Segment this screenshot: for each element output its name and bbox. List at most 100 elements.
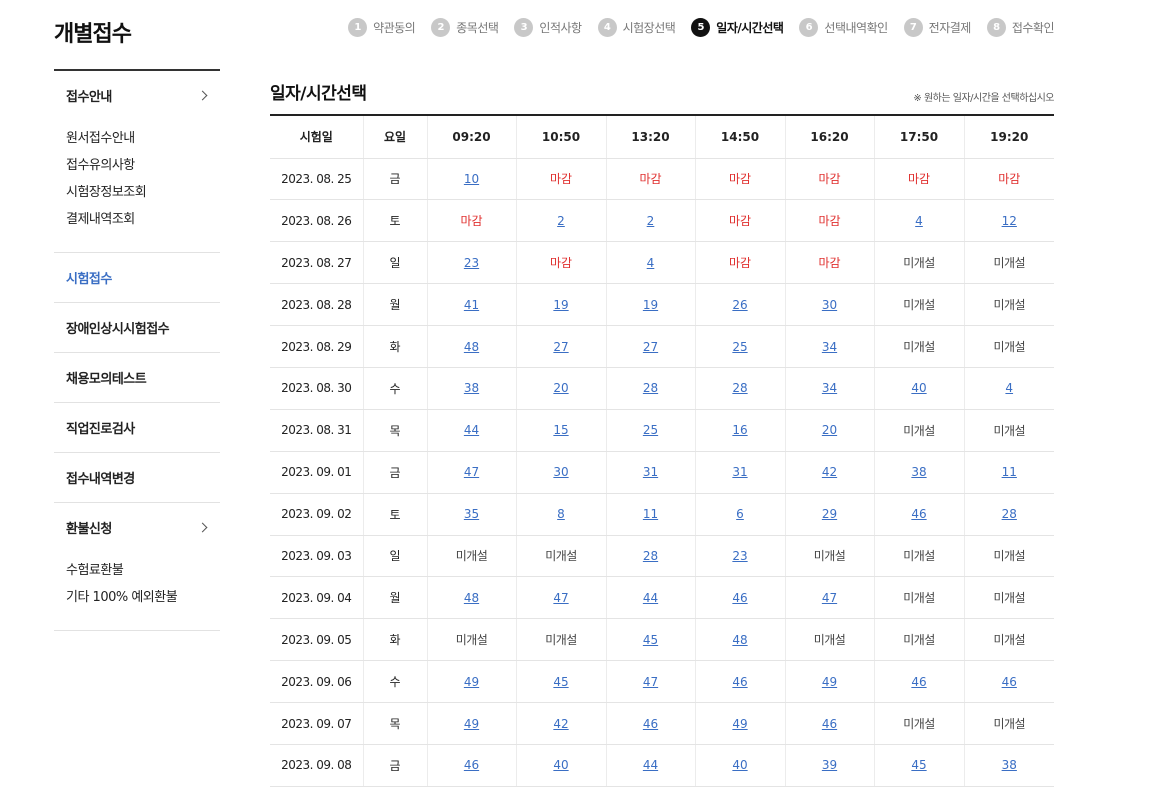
slot-available-link[interactable]: 46 — [732, 591, 747, 605]
slot-available-link[interactable]: 41 — [464, 298, 479, 312]
slot-available-link[interactable]: 46 — [732, 675, 747, 689]
slot-cell: 45 — [515, 660, 606, 704]
sidebar-item-1[interactable]: 시험접수 — [66, 268, 220, 287]
slot-available-link[interactable]: 28 — [643, 381, 658, 395]
slot-available-link[interactable]: 40 — [553, 758, 568, 772]
slot-available-link[interactable]: 48 — [464, 340, 479, 354]
sidebar-item-4[interactable]: 직업진로검사 — [66, 418, 220, 437]
sidebar-item-6[interactable]: 환불신청 — [66, 518, 220, 537]
slot-available-link[interactable]: 35 — [464, 507, 479, 521]
slot-available-link[interactable]: 28 — [1002, 507, 1017, 521]
slot-available-link[interactable]: 28 — [643, 549, 658, 563]
slot-available-link[interactable]: 23 — [732, 549, 747, 563]
day-cell: 일 — [362, 241, 427, 285]
slot-available-link[interactable]: 48 — [732, 633, 747, 647]
slot-available-link[interactable]: 19 — [643, 298, 658, 312]
sidebar-subitem[interactable]: 원서접수안내 — [66, 125, 220, 152]
slot-available-link[interactable]: 34 — [822, 340, 837, 354]
sidebar-subitem[interactable]: 수험료환불 — [66, 557, 220, 584]
sidebar-subitem[interactable]: 접수유의사항 — [66, 152, 220, 179]
slot-available-link[interactable]: 4 — [647, 256, 655, 270]
slot-available-link[interactable]: 42 — [822, 465, 837, 479]
step-8[interactable]: 8 접수확인 — [986, 18, 1055, 37]
sidebar-item-2[interactable]: 장애인상시시험접수 — [66, 318, 220, 337]
slot-available-link[interactable]: 29 — [822, 507, 837, 521]
slot-available-link[interactable]: 47 — [464, 465, 479, 479]
table-row: 2023. 09. 08 금 46 40 44 40 39 45 38 — [270, 744, 1054, 787]
slot-available-link[interactable]: 46 — [911, 507, 926, 521]
slot-available-link[interactable]: 20 — [553, 381, 568, 395]
slot-available-link[interactable]: 30 — [553, 465, 568, 479]
slot-available-link[interactable]: 2 — [557, 214, 565, 228]
slot-available-link[interactable]: 46 — [911, 675, 926, 689]
slot-available-link[interactable]: 27 — [643, 340, 658, 354]
step-2[interactable]: 2 종목선택 — [431, 18, 499, 37]
column-header: 13:20 — [605, 116, 695, 159]
slot-available-link[interactable]: 11 — [1002, 465, 1017, 479]
slot-available-link[interactable]: 25 — [732, 340, 747, 354]
slot-available-link[interactable]: 45 — [911, 758, 926, 772]
date-cell: 2023. 08. 26 — [270, 199, 363, 243]
sidebar-item-5[interactable]: 접수내역변경 — [66, 468, 220, 487]
slot-available-link[interactable]: 46 — [643, 717, 658, 731]
slot-available-link[interactable]: 27 — [553, 340, 568, 354]
slot-available-link[interactable]: 45 — [553, 675, 568, 689]
slot-available-link[interactable]: 40 — [732, 758, 747, 772]
slot-available-link[interactable]: 39 — [822, 758, 837, 772]
slot-available-link[interactable]: 31 — [732, 465, 747, 479]
step-6[interactable]: 6 선택내역확인 — [799, 18, 888, 37]
slot-available-link[interactable]: 38 — [464, 381, 479, 395]
slot-available-link[interactable]: 40 — [911, 381, 926, 395]
slot-available-link[interactable]: 49 — [464, 675, 479, 689]
slot-available-link[interactable]: 19 — [553, 298, 568, 312]
slot-available-link[interactable]: 46 — [822, 717, 837, 731]
slot-available-link[interactable]: 48 — [464, 591, 479, 605]
slot-available-link[interactable]: 38 — [911, 465, 926, 479]
sidebar-item-0[interactable]: 접수안내 — [66, 86, 220, 105]
sidebar-subitem[interactable]: 결제내역조회 — [66, 206, 220, 233]
slot-cell: 마감 — [605, 158, 695, 201]
slot-available-link[interactable]: 6 — [736, 507, 744, 521]
slot-available-link[interactable]: 31 — [643, 465, 658, 479]
slot-available-link[interactable]: 38 — [1002, 758, 1017, 772]
slot-available-link[interactable]: 12 — [1002, 214, 1017, 228]
slot-available-link[interactable]: 49 — [732, 717, 747, 731]
slot-available-link[interactable]: 15 — [553, 423, 568, 437]
slot-available-link[interactable]: 49 — [822, 675, 837, 689]
sidebar-item-3[interactable]: 채용모의테스트 — [66, 368, 220, 387]
slot-available-link[interactable]: 16 — [732, 423, 747, 437]
slot-available-link[interactable]: 46 — [464, 758, 479, 772]
slot-available-link[interactable]: 4 — [915, 214, 923, 228]
slot-available-link[interactable]: 44 — [464, 423, 479, 437]
slot-available-link[interactable]: 47 — [643, 675, 658, 689]
slot-available-link[interactable]: 44 — [643, 591, 658, 605]
slot-available-link[interactable]: 8 — [557, 507, 565, 521]
slot-available-link[interactable]: 42 — [553, 717, 568, 731]
slot-available-link[interactable]: 34 — [822, 381, 837, 395]
slot-available-link[interactable]: 45 — [643, 633, 658, 647]
table-row: 2023. 08. 27 일 23 마감 4 마감 마감 미개설 미개설 — [270, 241, 1054, 285]
slot-available-link[interactable]: 30 — [822, 298, 837, 312]
slot-available-link[interactable]: 2 — [647, 214, 655, 228]
slot-available-link[interactable]: 28 — [732, 381, 747, 395]
step-1[interactable]: 1 약관동의 — [348, 18, 416, 37]
slot-available-link[interactable]: 46 — [1002, 675, 1017, 689]
step-7[interactable]: 7 전자결제 — [903, 18, 971, 37]
slot-available-link[interactable]: 23 — [464, 256, 479, 270]
step-3[interactable]: 3 인적사항 — [514, 18, 582, 37]
slot-available-link[interactable]: 20 — [822, 423, 837, 437]
sidebar-subitem[interactable]: 기타 100% 예외환불 — [66, 584, 220, 611]
step-4[interactable]: 4 시험장선택 — [597, 18, 676, 37]
slot-available-link[interactable]: 25 — [643, 423, 658, 437]
slot-unopened: 미개설 — [993, 256, 1026, 271]
slot-available-link[interactable]: 11 — [643, 507, 658, 521]
sidebar-subitem[interactable]: 시험장정보조회 — [66, 179, 220, 206]
slot-available-link[interactable]: 47 — [822, 591, 837, 605]
slot-available-link[interactable]: 10 — [464, 172, 479, 186]
slot-available-link[interactable]: 26 — [732, 298, 747, 312]
step-5[interactable]: 5 일자/시간선택 — [691, 18, 784, 37]
slot-available-link[interactable]: 4 — [1005, 381, 1013, 395]
slot-available-link[interactable]: 47 — [553, 591, 568, 605]
slot-available-link[interactable]: 44 — [643, 758, 658, 772]
slot-available-link[interactable]: 49 — [464, 717, 479, 731]
